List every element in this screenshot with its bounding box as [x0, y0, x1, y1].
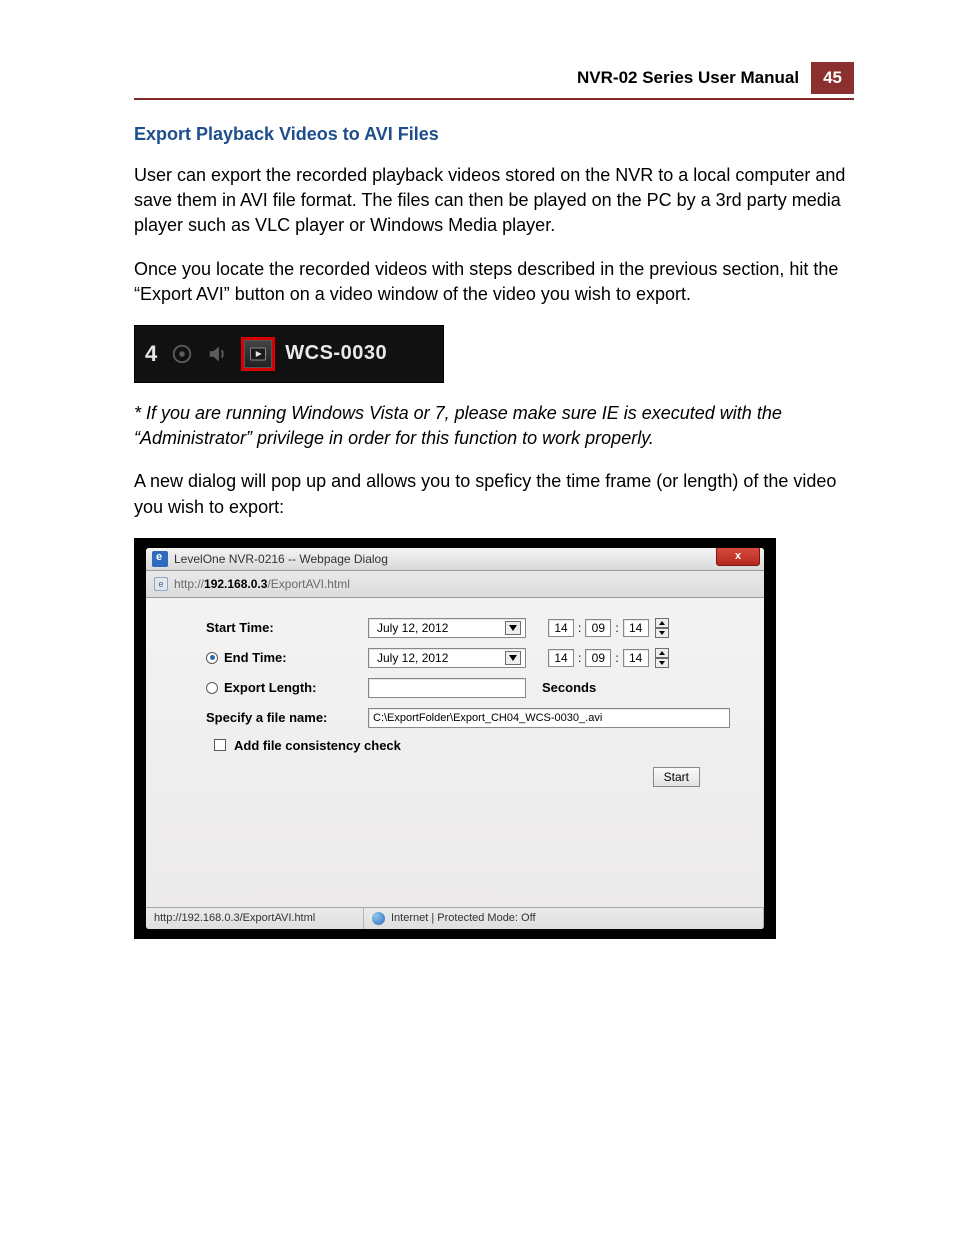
dialog-figure-wrapper: LevelOne NVR-0216 -- Webpage Dialog x e … — [134, 538, 776, 939]
dialog-url: http://192.168.0.3/ExportAVI.html — [174, 577, 350, 591]
internet-zone-icon — [372, 912, 385, 925]
video-toolbar-figure: 4 WCS-0030 — [134, 325, 444, 383]
export-avi-dialog: LevelOne NVR-0216 -- Webpage Dialog x e … — [146, 548, 764, 929]
start-date-combo[interactable]: July 12, 2012 — [368, 618, 526, 638]
paragraph-3: A new dialog will pop up and allows you … — [134, 469, 854, 519]
spin-down-icon — [655, 658, 669, 668]
page-header: NVR-02 Series User Manual 45 — [134, 62, 854, 100]
status-zone: Internet | Protected Mode: Off — [364, 908, 764, 929]
spin-down-icon — [655, 628, 669, 638]
end-hour[interactable]: 14 — [548, 649, 574, 667]
seconds-label: Seconds — [542, 680, 596, 695]
end-date-value: July 12, 2012 — [377, 651, 448, 665]
export-length-input[interactable] — [368, 678, 526, 698]
start-hour[interactable]: 14 — [548, 619, 574, 637]
export-length-label: Export Length: — [206, 680, 368, 695]
start-time-label: Start Time: — [206, 620, 368, 635]
paragraph-2: Once you locate the recorded videos with… — [134, 257, 854, 307]
section-title: Export Playback Videos to AVI Files — [134, 124, 854, 145]
export-length-radio[interactable] — [206, 682, 218, 694]
export-avi-icon[interactable] — [244, 340, 272, 368]
export-avi-button-highlight — [241, 337, 275, 371]
filename-input[interactable]: C:\ExportFolder\Export_CH04_WCS-0030_.av… — [368, 708, 730, 728]
end-time-label: End Time: — [206, 650, 368, 665]
end-date-combo[interactable]: July 12, 2012 — [368, 648, 526, 668]
dropdown-icon[interactable] — [505, 651, 521, 665]
start-second[interactable]: 14 — [623, 619, 649, 637]
start-date-value: July 12, 2012 — [377, 621, 448, 635]
status-url: http://192.168.0.3/ExportAVI.html — [146, 908, 364, 929]
dialog-status-bar: http://192.168.0.3/ExportAVI.html Intern… — [146, 907, 764, 929]
close-button[interactable]: x — [716, 548, 760, 566]
manual-title: NVR-02 Series User Manual — [577, 68, 799, 88]
end-time-spinner[interactable] — [655, 648, 669, 668]
page-icon: e — [154, 577, 168, 591]
start-time-spinner[interactable] — [655, 618, 669, 638]
channel-number: 4 — [145, 341, 157, 367]
dialog-title: LevelOne NVR-0216 -- Webpage Dialog — [174, 552, 388, 566]
paragraph-1: User can export the recorded playback vi… — [134, 163, 854, 239]
snapshot-icon — [169, 341, 195, 367]
dialog-address-bar: e http://192.168.0.3/ExportAVI.html — [146, 571, 764, 598]
admin-note: * If you are running Windows Vista or 7,… — [134, 401, 854, 451]
spin-up-icon — [655, 618, 669, 628]
camera-label: WCS-0030 — [285, 342, 387, 365]
consistency-label: Add file consistency check — [234, 738, 401, 753]
dialog-title-bar: LevelOne NVR-0216 -- Webpage Dialog x — [146, 548, 764, 571]
consistency-checkbox[interactable] — [214, 739, 226, 751]
start-minute[interactable]: 09 — [585, 619, 611, 637]
end-second[interactable]: 14 — [623, 649, 649, 667]
spin-up-icon — [655, 648, 669, 658]
start-button[interactable]: Start — [653, 767, 700, 787]
consistency-row: Add file consistency check — [214, 738, 730, 753]
dialog-body: Start Time: July 12, 2012 14 : 09 : 14 — [146, 598, 764, 907]
ie-icon — [152, 551, 168, 567]
page-number: 45 — [811, 62, 854, 94]
dropdown-icon[interactable] — [505, 621, 521, 635]
end-time-radio[interactable] — [206, 652, 218, 664]
speaker-icon — [205, 341, 231, 367]
end-minute[interactable]: 09 — [585, 649, 611, 667]
filename-label: Specify a file name: — [206, 710, 368, 725]
